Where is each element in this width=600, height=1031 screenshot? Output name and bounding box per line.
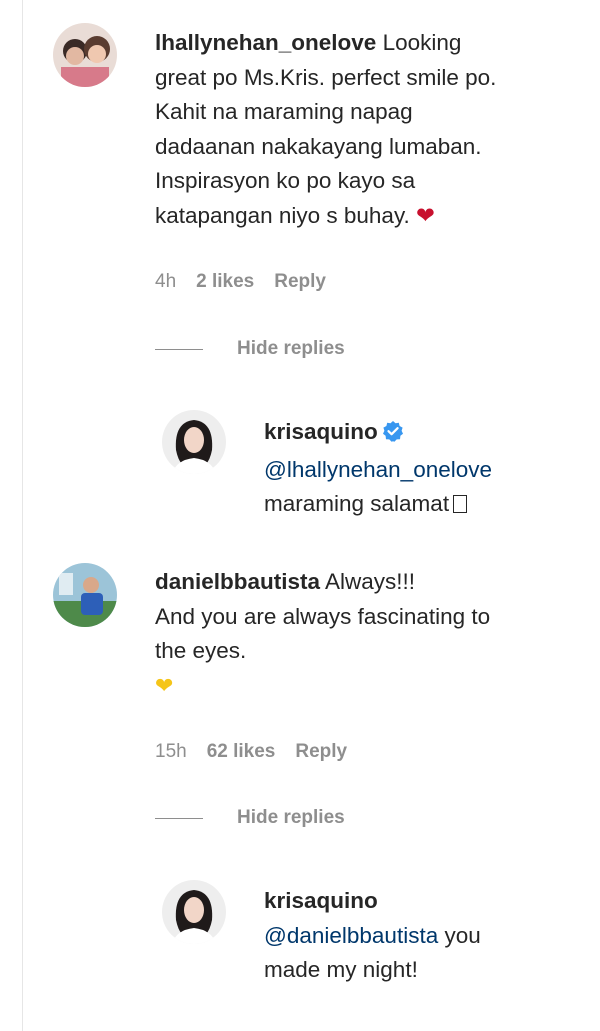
comment-text-line: Always!!!: [320, 569, 416, 594]
hide-replies-line: [155, 817, 203, 819]
avatar-krisaquino[interactable]: [162, 410, 226, 474]
hide-replies-label: Hide replies: [237, 807, 345, 828]
reply-button[interactable]: Reply: [295, 741, 347, 762]
avatar-lhallynehan[interactable]: [53, 23, 117, 87]
comment-text-line: the eyes.: [155, 638, 247, 663]
comment-likes[interactable]: 62 likes: [207, 741, 276, 762]
missing-emoji-icon: [453, 495, 468, 513]
reply-body: krisaquino @lhallynehan_onelove maraming…: [264, 415, 594, 522]
reply-username[interactable]: krisaquino: [264, 888, 378, 913]
verified-badge-icon: [382, 418, 404, 453]
comment-body: danielbbautista Always!!! And you are al…: [155, 565, 595, 703]
hide-replies-button[interactable]: Hide replies: [155, 338, 345, 360]
comment-username[interactable]: lhallynehan_onelove: [155, 30, 376, 55]
reply-text: maraming salamat: [264, 491, 450, 516]
comment-text-line: And you are always fascinating to: [155, 603, 491, 629]
reply-body: krisaquino @danielbbautista you made my …: [264, 884, 594, 988]
comment-meta: 4h 2 likes Reply: [155, 271, 346, 293]
comment-body: lhallynehan_onelove Looking great po Ms.…: [155, 26, 595, 233]
comment-username[interactable]: danielbbautista: [155, 569, 320, 594]
red-heart-icon: ❤: [416, 202, 435, 228]
hide-replies-line: [155, 348, 203, 350]
reply-button[interactable]: Reply: [274, 271, 326, 292]
avatar-krisaquino[interactable]: [162, 880, 226, 944]
reply-mention[interactable]: @lhallynehan_onelove: [264, 457, 492, 482]
comment-time[interactable]: 4h: [155, 271, 176, 292]
comment-text-line: katapangan niyo s buhay.: [155, 202, 417, 228]
thread-border: [22, 0, 23, 1031]
comment-text-line: great po Ms.Kris. perfect smile po.: [155, 64, 497, 90]
comment-meta: 15h 62 likes Reply: [155, 741, 367, 763]
comment-text-line: Inspirasyon ko po kayo sa: [155, 168, 416, 193]
reply-text: made my night!: [264, 957, 418, 982]
comment-likes[interactable]: 2 likes: [196, 271, 254, 292]
reply-mention[interactable]: @danielbbautista: [264, 923, 438, 948]
avatar-danielbbautista[interactable]: [53, 563, 117, 627]
hide-replies-label: Hide replies: [237, 338, 345, 359]
comment-text-line: Looking: [376, 30, 462, 55]
yellow-heart-icon: ❤: [155, 672, 174, 698]
comment-time[interactable]: 15h: [155, 741, 187, 762]
comment-text-line: dadaanan nakakayang lumaban.: [155, 133, 482, 159]
reply-username[interactable]: krisaquino: [264, 419, 378, 444]
hide-replies-button[interactable]: Hide replies: [155, 807, 345, 829]
comment-text-line: Kahit na maraming napag: [155, 99, 413, 124]
reply-text: you: [438, 922, 481, 948]
